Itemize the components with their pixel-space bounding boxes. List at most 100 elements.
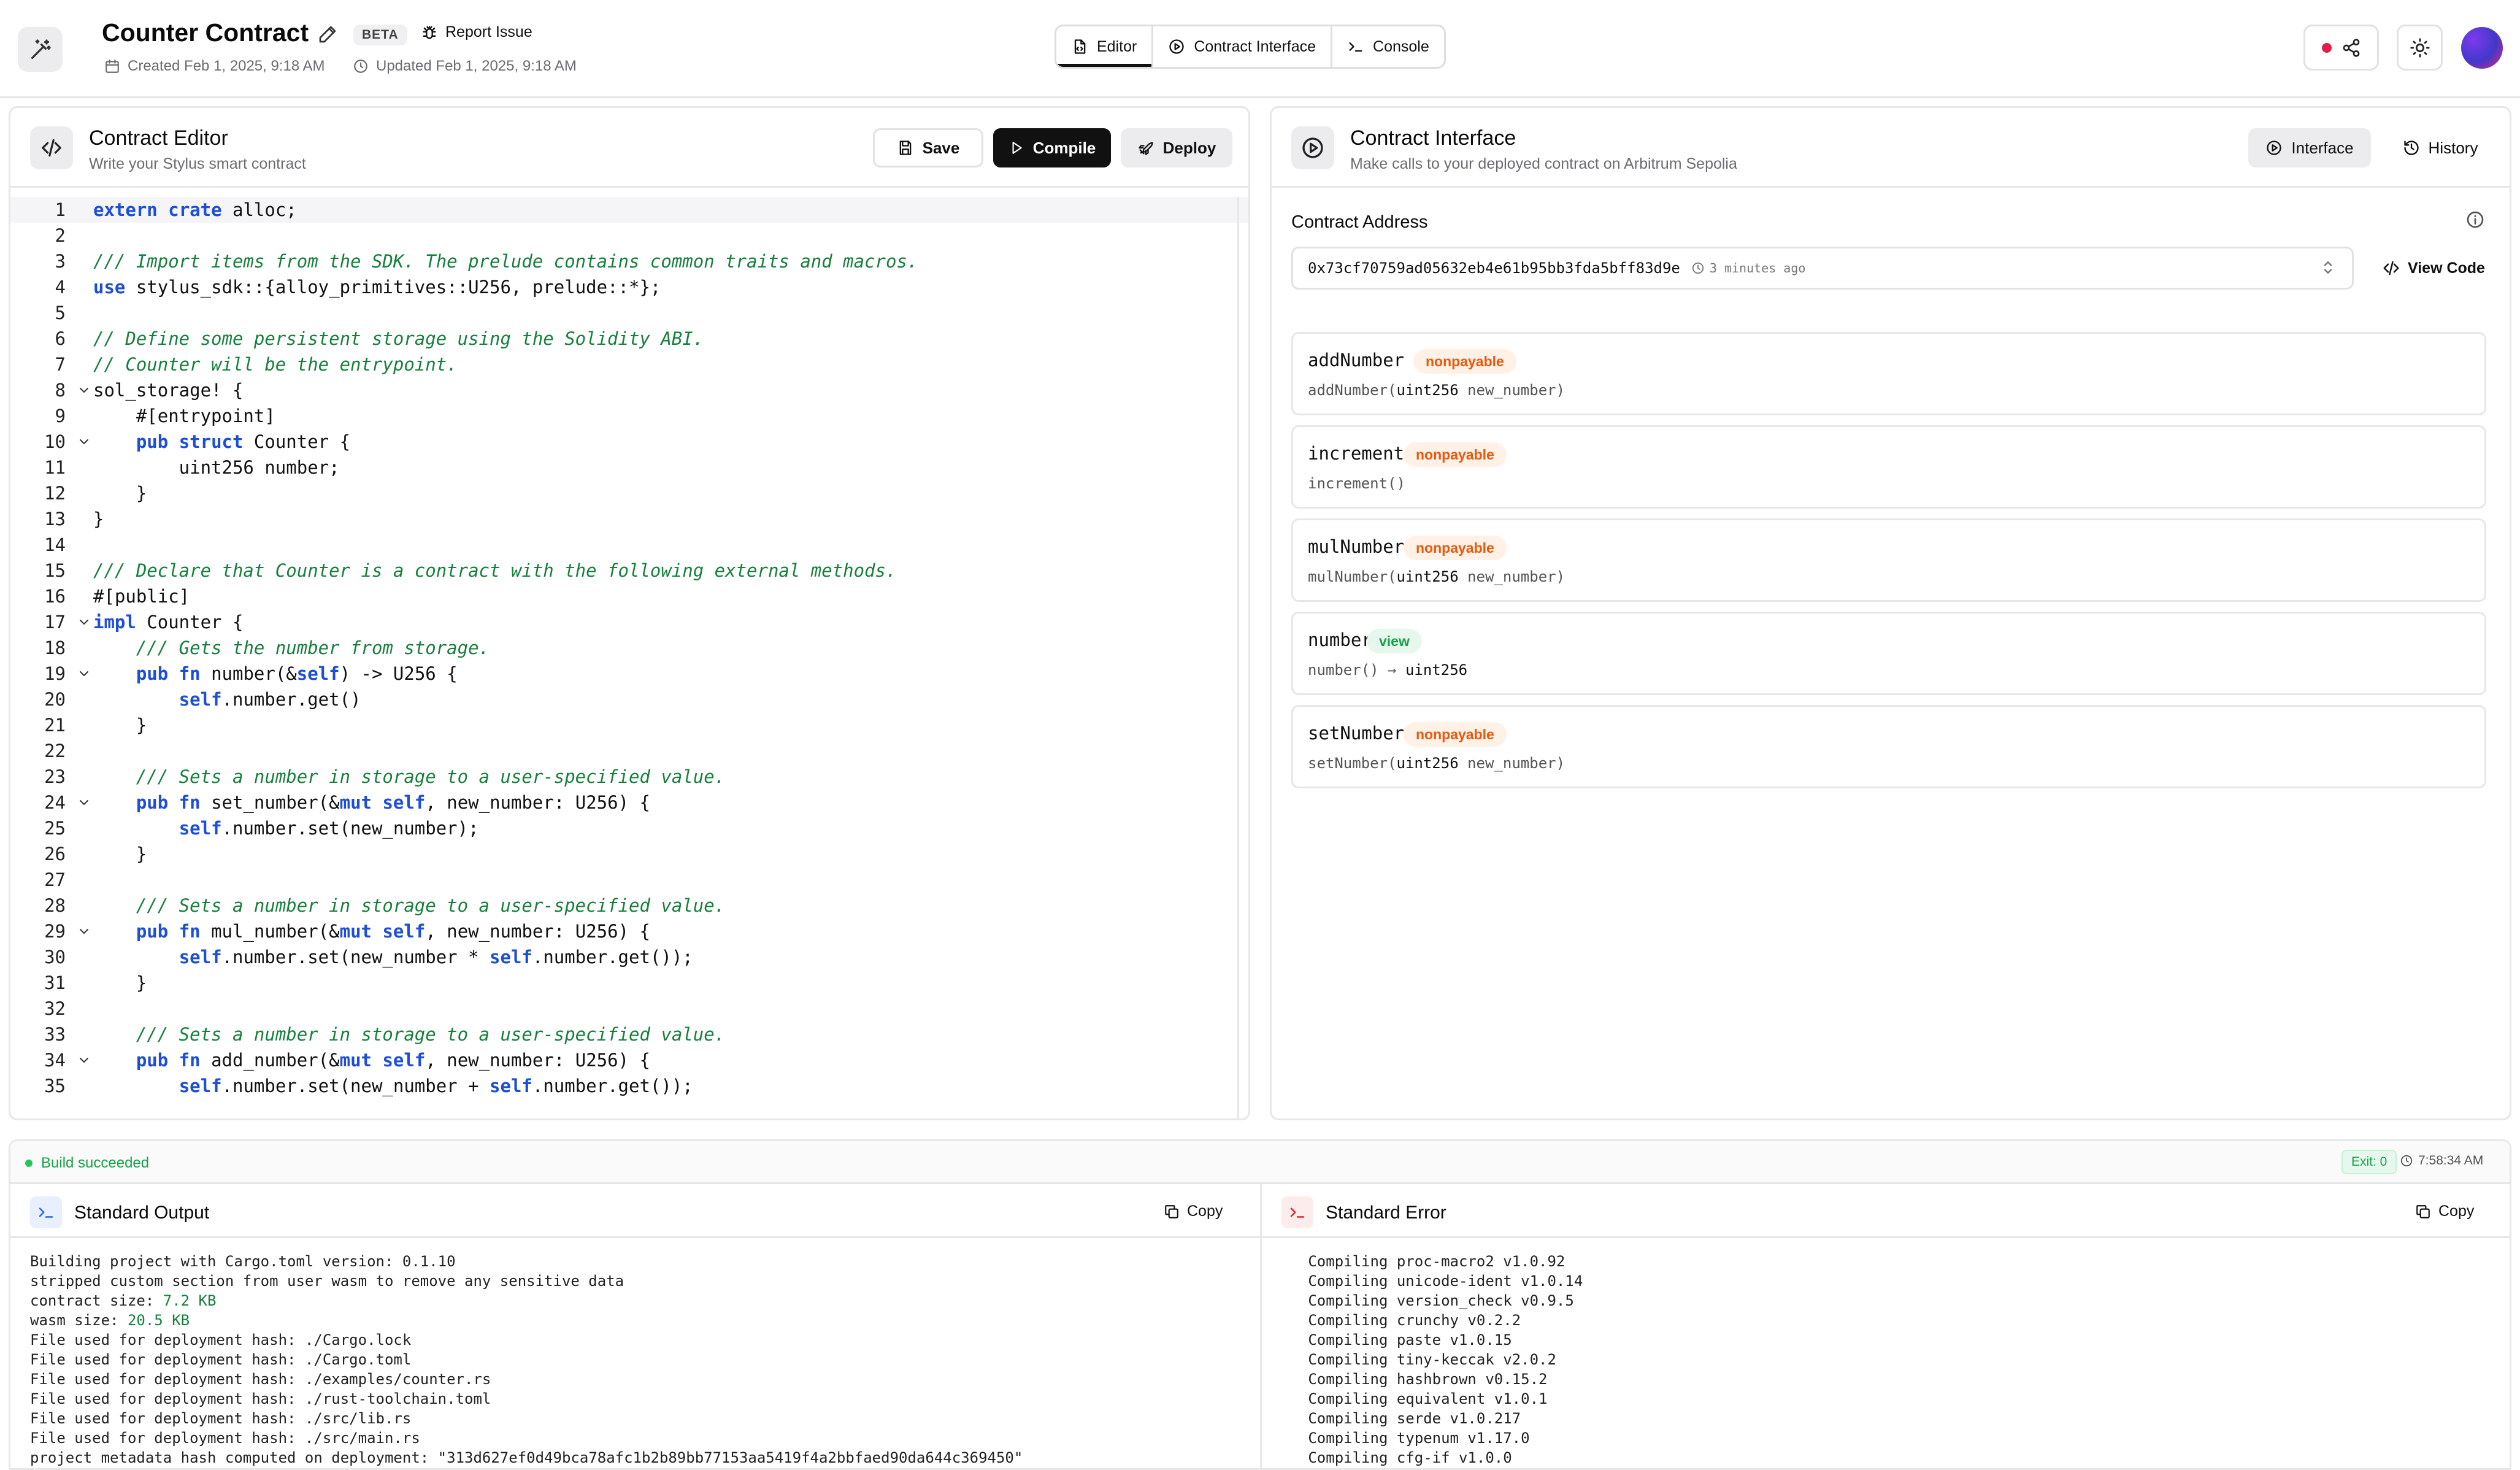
line-number: 3 bbox=[55, 251, 66, 272]
code-line[interactable]: 17 impl Counter { bbox=[10, 609, 1248, 635]
compile-button[interactable]: Compile bbox=[993, 128, 1111, 167]
code-line[interactable]: 10 pub struct Counter { bbox=[10, 429, 1248, 455]
code-line[interactable]: 22 bbox=[10, 738, 1248, 764]
mutability-badge: nonpayable bbox=[1404, 442, 1507, 467]
code-line[interactable]: 29 pub fn mul_number(&mut self, new_numb… bbox=[10, 918, 1248, 944]
recording-dot bbox=[2321, 42, 2332, 53]
code-line[interactable]: 9 #[entrypoint] bbox=[10, 403, 1248, 429]
code-line[interactable]: 27 bbox=[10, 867, 1248, 893]
report-issue-button[interactable]: Report Issue bbox=[421, 23, 532, 41]
log-line: File used for deployment hash: ./src/lib… bbox=[30, 1410, 412, 1427]
terminal-icon bbox=[1281, 1196, 1313, 1228]
log-line: File used for deployment hash: ./example… bbox=[30, 1371, 491, 1388]
log-line: wasm size: 20.5 KB bbox=[30, 1312, 190, 1329]
copy-stdout-button[interactable]: Copy bbox=[1164, 1203, 1223, 1220]
code-line[interactable]: 3 /// Import items from the SDK. The prel… bbox=[10, 248, 1248, 274]
code-line[interactable]: 34 pub fn add_number(&mut self, new_numb… bbox=[10, 1047, 1248, 1073]
code-line[interactable]: 8 sol_storage! { bbox=[10, 377, 1248, 403]
save-button[interactable]: Save bbox=[873, 128, 983, 167]
function-card-setNumber[interactable]: setNumber nonpayable setNumber(uint256 new… bbox=[1291, 705, 2486, 788]
code-text: #[public] bbox=[93, 586, 190, 607]
line-number: 6 bbox=[55, 328, 66, 349]
deploy-button[interactable]: Deploy bbox=[1121, 128, 1232, 167]
log-line: Compiling typenum v1.17.0 bbox=[1281, 1430, 1530, 1447]
code-line[interactable]: 32 bbox=[10, 996, 1248, 1022]
tab-contract-interface[interactable]: Contract Interface bbox=[1153, 26, 1333, 67]
function-name: number bbox=[1308, 629, 1372, 650]
tab-console[interactable]: Console bbox=[1332, 26, 1444, 67]
report-issue-label: Report Issue bbox=[445, 23, 532, 40]
theme-toggle-button[interactable] bbox=[2397, 25, 2443, 71]
magic-wand-icon[interactable] bbox=[18, 27, 63, 72]
code-line[interactable]: 24 pub fn set_number(&mut self, new_numb… bbox=[10, 790, 1248, 815]
avatar[interactable] bbox=[2461, 27, 2503, 69]
view-code-button[interactable]: View Code bbox=[2370, 247, 2497, 290]
code-line[interactable]: 20 self.number.get() bbox=[10, 687, 1248, 712]
stderr-title: Standard Error bbox=[1326, 1203, 1446, 1223]
contract-interface-panel: Contract Interface Make calls to your de… bbox=[1270, 106, 2511, 1120]
mutability-badge: nonpayable bbox=[1413, 349, 1516, 374]
code-line[interactable]: 30 self.number.set(new_number * self.num… bbox=[10, 944, 1248, 970]
code-line[interactable]: 21 } bbox=[10, 712, 1248, 738]
fold-chevron-icon[interactable] bbox=[77, 918, 93, 944]
code-line[interactable]: 15 /// Declare that Counter is a contract… bbox=[10, 558, 1248, 583]
fold-chevron-icon[interactable] bbox=[77, 609, 93, 635]
line-number: 2 bbox=[55, 225, 66, 246]
line-number: 29 bbox=[44, 921, 66, 942]
code-editor[interactable]: 1 extern crate alloc; 2 3/// Import items f… bbox=[10, 197, 1248, 1118]
code-line[interactable]: 4 use stylus_sdk::{alloy_primitives::U256… bbox=[10, 274, 1248, 300]
code-line[interactable]: 26 } bbox=[10, 841, 1248, 867]
line-number: 16 bbox=[44, 586, 66, 607]
fold-chevron-icon[interactable] bbox=[77, 377, 93, 403]
code-line[interactable]: 31 } bbox=[10, 970, 1248, 996]
standard-output-pane: Standard Output Copy Building project wi… bbox=[10, 1184, 1262, 1468]
code-line[interactable]: 1 extern crate alloc; bbox=[10, 197, 1248, 223]
pencil-icon[interactable] bbox=[318, 25, 337, 44]
code-text: } bbox=[93, 483, 147, 504]
line-number: 33 bbox=[44, 1024, 66, 1045]
function-card-number[interactable]: number view number() → uint256 bbox=[1291, 612, 2486, 695]
interface-button[interactable]: Interface bbox=[2248, 128, 2371, 167]
code-line[interactable]: 7 // Counter will be the entrypoint. bbox=[10, 352, 1248, 377]
sun-icon bbox=[2410, 37, 2430, 58]
code-line[interactable]: 13} bbox=[10, 506, 1248, 532]
rocket-icon bbox=[1138, 142, 1153, 155]
info-icon[interactable] bbox=[2465, 210, 2485, 229]
line-number: 23 bbox=[44, 766, 66, 787]
code-line[interactable]: 16 #[public] bbox=[10, 583, 1248, 609]
clock-icon bbox=[354, 60, 367, 73]
copy-stderr-button[interactable]: Copy bbox=[2415, 1203, 2474, 1220]
history-button[interactable]: History bbox=[2382, 128, 2499, 167]
code-line[interactable]: 23 /// Sets a number in storage to a use… bbox=[10, 764, 1248, 790]
fold-chevron-icon[interactable] bbox=[77, 1047, 93, 1073]
code-line[interactable]: 35 self.number.set(new_number + self.num… bbox=[10, 1073, 1248, 1099]
function-signature: addNumber(uint256 new_number) bbox=[1308, 382, 1565, 399]
function-card-mulNumber[interactable]: mulNumber nonpayable mulNumber(uint256 new… bbox=[1291, 518, 2486, 602]
code-line[interactable]: 18 /// Gets the number from storage. bbox=[10, 635, 1248, 661]
code-line[interactable]: 19 pub fn number(&self) -> U256 { bbox=[10, 661, 1248, 687]
share-button[interactable] bbox=[2303, 25, 2379, 71]
code-line[interactable]: 25 self.number.set(new_number); bbox=[10, 815, 1248, 841]
tab-editor[interactable]: Editor bbox=[1056, 26, 1154, 67]
contract-address-select[interactable]: 0x73cf70759ad05632eb4e61b95bb3fda5bff83d… bbox=[1291, 247, 2354, 290]
code-line[interactable]: 6 // Define some persistent storage using… bbox=[10, 326, 1248, 352]
fold-chevron-icon[interactable] bbox=[77, 790, 93, 815]
function-card-addNumber[interactable]: addNumber nonpayable addNumber(uint256 new… bbox=[1291, 332, 2486, 415]
stderr-header: Standard Error Copy bbox=[1262, 1184, 2510, 1238]
fold-chevron-icon[interactable] bbox=[77, 661, 93, 687]
function-card-increment[interactable]: increment nonpayable increment() bbox=[1291, 425, 2486, 509]
log-line: Compiling crunchy v0.2.2 bbox=[1281, 1312, 1521, 1329]
history-icon bbox=[2403, 140, 2419, 155]
contract-address-label: Contract Address bbox=[1291, 212, 1428, 232]
fold-chevron-icon[interactable] bbox=[77, 429, 93, 455]
code-line[interactable]: 12 } bbox=[10, 480, 1248, 506]
editor-scrollbar[interactable] bbox=[1237, 197, 1239, 1118]
code-line[interactable]: 28 /// Sets a number in storage to a use… bbox=[10, 893, 1248, 918]
log-line: Compiling paste v1.0.15 bbox=[1281, 1331, 1512, 1349]
code-line[interactable]: 5 bbox=[10, 300, 1248, 326]
code-line[interactable]: 33 /// Sets a number in storage to a use… bbox=[10, 1022, 1248, 1047]
log-line: Compiling hashbrown v0.15.2 bbox=[1281, 1371, 1548, 1388]
code-line[interactable]: 14 bbox=[10, 532, 1248, 558]
code-line[interactable]: 2 bbox=[10, 223, 1248, 248]
code-line[interactable]: 11 uint256 number; bbox=[10, 455, 1248, 480]
